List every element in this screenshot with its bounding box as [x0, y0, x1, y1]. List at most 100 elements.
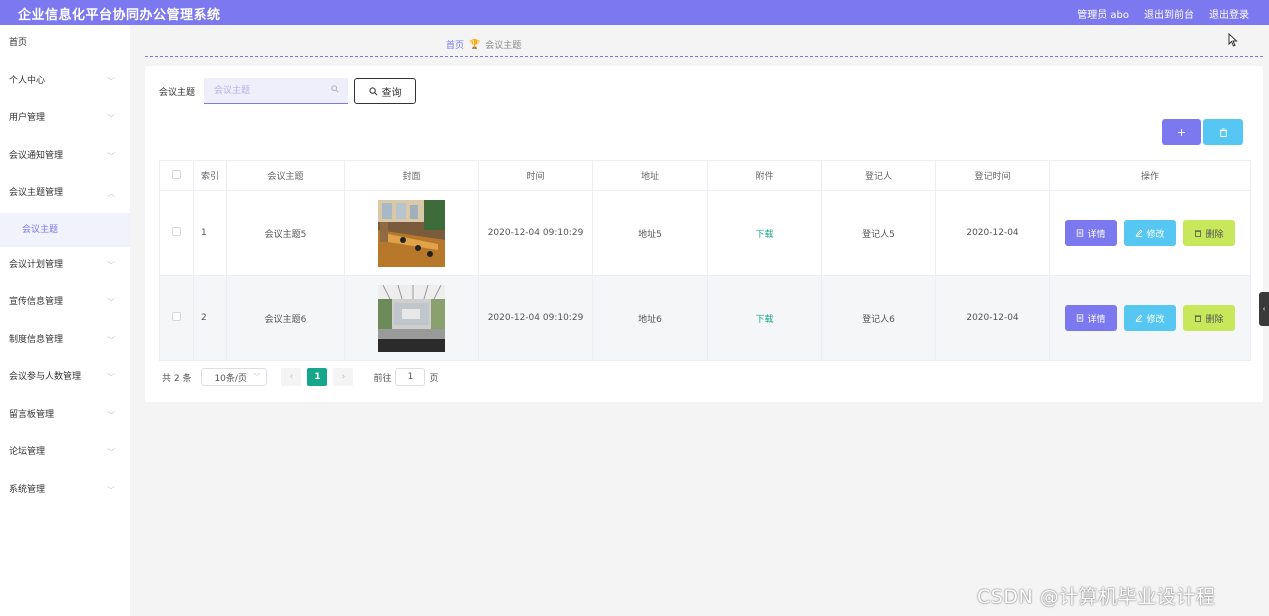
logout-link[interactable]: 退出登录 — [1209, 6, 1249, 21]
next-page-button[interactable]: › — [333, 368, 354, 386]
sidebar-subitem-meeting-topic[interactable]: 会议主题 — [0, 212, 130, 247]
download-link[interactable]: 下载 — [755, 315, 773, 325]
sidebar-item-attendance[interactable]: 会议参与人数管理 ﹀ — [0, 359, 130, 397]
cell-time: 2020-12-04 09:10:29 — [478, 190, 593, 276]
row-checkbox-cell[interactable] — [159, 190, 194, 276]
goto-page-input[interactable] — [395, 368, 426, 386]
sidebar-item-label: 首页 — [9, 38, 28, 48]
app-title: 企业信息化平台协同办公管理系统 — [18, 8, 221, 23]
search-icon — [331, 85, 339, 96]
sidebar-item-label: 会议计划管理 — [9, 259, 64, 270]
cell-registrant: 登记人6 — [821, 275, 936, 361]
sidebar-item-user-management[interactable]: 用户管理 ﹀ — [0, 100, 130, 138]
prev-page-button[interactable]: ‹ — [281, 368, 302, 386]
chevron-left-icon: ‹ — [1262, 305, 1266, 313]
bulk-delete-button[interactable] — [1203, 119, 1243, 145]
detail-label: 详情 — [1087, 314, 1106, 325]
edit-button[interactable]: 修改 — [1124, 305, 1176, 331]
chevron-down-icon: ﹀ — [107, 410, 115, 420]
sidebar-item-meeting-topic[interactable]: 会议主题管理 ︿ — [0, 175, 130, 213]
chevron-down-icon: ﹀ — [107, 373, 115, 382]
chevron-down-icon: ﹀ — [107, 298, 115, 307]
sidebar-item-personal-center[interactable]: 个人中心 ﹀ — [0, 63, 130, 101]
chevron-up-icon: ︿ — [107, 189, 115, 198]
cell-cover — [344, 190, 479, 276]
breadcrumb-current: 会议主题 — [485, 41, 522, 51]
cell-actions: 详情 修改 删除 — [1049, 190, 1251, 276]
sidebar-item-label: 论坛管理 — [9, 447, 46, 457]
detail-button[interactable]: 详情 — [1065, 305, 1117, 331]
delete-label: 删除 — [1205, 229, 1224, 240]
table-header-row: 索引 会议主题 封面 时间 地址 附件 登记人 登记时间 操作 — [159, 160, 1251, 191]
column-header: 封面 — [344, 160, 479, 191]
add-button[interactable]: + — [1162, 119, 1201, 145]
exit-to-front-link[interactable]: 退出到前台 — [1144, 6, 1194, 21]
page-size-value: 10条/页 — [214, 373, 247, 384]
sidebar-item-publicity[interactable]: 宣传信息管理 ﹀ — [0, 284, 130, 322]
sidebar-item-meeting-notice[interactable]: 会议通知管理 ﹀ — [0, 138, 130, 176]
edit-button[interactable]: 修改 — [1124, 220, 1176, 246]
chevron-left-icon: ‹ — [289, 372, 294, 382]
column-header: 地址 — [592, 160, 708, 191]
cover-image — [378, 199, 445, 267]
query-button[interactable]: 查询 — [354, 78, 416, 104]
cell-actions: 详情 修改 删除 — [1049, 275, 1251, 361]
cell-registrant: 登记人5 — [821, 190, 936, 276]
goto-label: 前往 — [373, 373, 392, 384]
page-size-select[interactable]: 10条/页 ﹀ — [201, 368, 268, 386]
page-unit-label: 页 — [429, 373, 439, 384]
table-row: 1 会议主题5 2020-12-04 09:10:29 地址5 下载 登记人5 … — [159, 190, 1251, 276]
plus-icon: + — [1176, 125, 1187, 139]
column-header: 操作 — [1049, 160, 1251, 191]
sidebar-item-label: 个人中心 — [9, 75, 46, 86]
cell-topic: 会议主题5 — [226, 190, 345, 276]
row-checkbox-cell[interactable] — [159, 275, 194, 361]
breadcrumb-home[interactable]: 首页 — [446, 38, 464, 51]
chevron-right-icon: › — [341, 372, 346, 382]
trash-icon — [1195, 315, 1202, 322]
delete-button[interactable]: 删除 — [1183, 220, 1235, 246]
sidebar-item-label: 系统管理 — [9, 484, 46, 495]
chevron-down-icon: ﹀ — [107, 448, 115, 457]
cell-address: 地址5 — [592, 190, 708, 276]
mouse-cursor-icon — [1228, 32, 1238, 50]
cell-topic: 会议主题6 — [226, 275, 345, 361]
column-header: 登记人 — [821, 160, 936, 191]
checkbox[interactable] — [172, 312, 181, 321]
page-number-current[interactable]: 1 — [307, 368, 328, 386]
column-header: 会议主题 — [226, 160, 345, 191]
sidebar-item-system[interactable]: 系统管理 ﹀ — [0, 472, 130, 510]
trash-icon — [1219, 127, 1227, 137]
column-header: 附件 — [707, 160, 822, 191]
cell-reg-time: 2020-12-04 — [935, 275, 1050, 361]
checkbox[interactable] — [172, 227, 181, 236]
breadcrumb-separator-icon: 🏆 — [469, 39, 481, 50]
cell-index: 2 — [193, 275, 227, 361]
detail-button[interactable]: 详情 — [1065, 220, 1117, 246]
delete-button[interactable]: 删除 — [1183, 305, 1235, 331]
search-input[interactable] — [204, 78, 348, 104]
column-header: 时间 — [478, 160, 593, 191]
cell-attachment: 下载 — [707, 190, 822, 276]
sidebar-item-meeting-plan[interactable]: 会议计划管理 ﹀ — [0, 247, 130, 285]
pagination: 共 2 条 10条/页 ﹀ ‹ 1 › 前往 页 — [162, 368, 438, 386]
chevron-down-icon: ﹀ — [107, 76, 115, 86]
admin-user-label[interactable]: 管理员 abo — [1077, 6, 1129, 21]
sidebar-item-label: 留言板管理 — [9, 409, 55, 420]
collapse-handle[interactable]: ‹ — [1259, 292, 1269, 326]
sidebar-item-label: 会议通知管理 — [9, 150, 64, 161]
content-panel: 会议主题 查询 + 索引 会议主题 封面 时间 地址 附件 登记人 登记时间 操… — [145, 66, 1263, 402]
sidebar-item-message-board[interactable]: 留言板管理 ﹀ — [0, 397, 130, 435]
cell-cover — [344, 275, 479, 361]
search-label: 会议主题 — [159, 88, 196, 98]
select-all-checkbox[interactable] — [159, 160, 194, 191]
sidebar-item-home[interactable]: 首页 — [0, 25, 130, 63]
delete-label: 删除 — [1205, 314, 1224, 325]
checkbox[interactable] — [172, 169, 181, 179]
sidebar-item-forum[interactable]: 论坛管理 ﹀ — [0, 434, 130, 472]
chevron-down-icon: ﹀ — [107, 335, 115, 345]
sidebar-item-regulations[interactable]: 制度信息管理 ﹀ — [0, 322, 130, 360]
query-button-label: 查询 — [381, 87, 402, 99]
download-link[interactable]: 下载 — [755, 230, 773, 240]
edit-icon — [1136, 314, 1143, 322]
